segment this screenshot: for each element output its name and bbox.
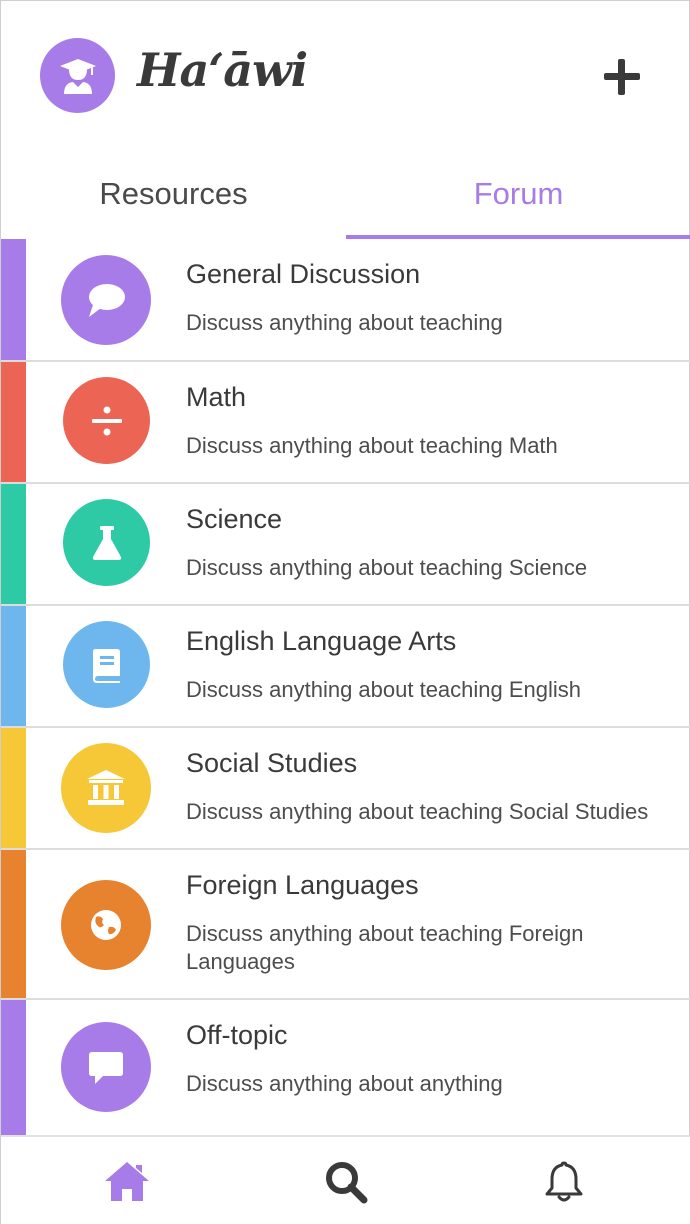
forum-item-science[interactable]: Science Discuss anything about teaching … <box>1 484 690 606</box>
forum-item-title: Social Studies <box>186 748 358 778</box>
forum-item-description: Discuss anything about teaching Math <box>186 433 558 458</box>
category-color-stripe <box>1 728 26 848</box>
bell-icon <box>545 1161 583 1202</box>
forum-item-description: Discuss anything about teaching Foreign … <box>186 921 584 974</box>
nav-notifications[interactable] <box>539 1157 589 1207</box>
speech-bubble-icon <box>61 255 151 345</box>
add-button[interactable] <box>601 57 643 99</box>
tab-resources[interactable]: Resources <box>1 151 346 239</box>
category-color-stripe <box>1 1000 26 1135</box>
category-color-stripe <box>1 850 26 998</box>
category-color-stripe <box>1 362 26 482</box>
forum-item-foreign-languages[interactable]: Foreign Languages Discuss anything about… <box>1 850 690 1000</box>
forum-item-title: Off-topic <box>186 1020 288 1050</box>
category-color-stripe <box>1 606 26 726</box>
chat-square-icon <box>61 1022 151 1112</box>
forum-item-title: General Discussion <box>186 259 421 289</box>
forum-item-description: Discuss anything about teaching <box>186 310 503 335</box>
category-color-stripe <box>1 239 26 360</box>
app-header: Haʻāwi <box>1 1 690 151</box>
app-frame: Haʻāwi Resources Forum General Discussio… <box>0 0 690 1224</box>
forum-item-social-studies[interactable]: Social Studies Discuss anything about te… <box>1 728 690 850</box>
forum-item-description: Discuss anything about teaching English <box>186 677 582 702</box>
forum-item-title: English Language Arts <box>186 626 457 656</box>
bottom-navigation <box>1 1135 690 1224</box>
flask-icon <box>63 499 150 586</box>
forum-item-description: Discuss anything about anything <box>186 1071 503 1096</box>
category-color-stripe <box>1 484 26 604</box>
nav-home[interactable] <box>102 1157 152 1207</box>
forum-item-description: Discuss anything about teaching Social S… <box>186 799 649 824</box>
forum-item-title: Science <box>186 504 283 534</box>
forum-item-english-language-arts[interactable]: English Language Arts Discuss anything a… <box>1 606 690 728</box>
forum-item-math[interactable]: Math Discuss anything about teaching Mat… <box>1 362 690 484</box>
app-logo-title: Haʻāwi <box>137 43 308 97</box>
forum-item-general-discussion[interactable]: General Discussion Discuss anything abou… <box>1 239 690 362</box>
forum-item-off-topic[interactable]: Off-topic Discuss anything about anythin… <box>1 1000 690 1135</box>
forum-item-title: Foreign Languages <box>186 870 419 900</box>
forum-item-title: Math <box>186 382 247 412</box>
forum-item-description: Discuss anything about teaching Science <box>186 555 588 580</box>
home-icon <box>105 1162 149 1201</box>
book-icon <box>63 621 150 708</box>
tab-bar: Resources Forum <box>1 151 690 239</box>
forum-category-list: General Discussion Discuss anything abou… <box>1 239 690 1135</box>
nav-search[interactable] <box>321 1157 371 1207</box>
bank-building-icon <box>61 743 151 833</box>
tab-forum[interactable]: Forum <box>346 151 690 239</box>
globe-icon <box>61 880 151 970</box>
divide-icon <box>63 377 150 464</box>
search-icon <box>326 1162 368 1204</box>
graduate-user-icon[interactable] <box>40 38 115 113</box>
